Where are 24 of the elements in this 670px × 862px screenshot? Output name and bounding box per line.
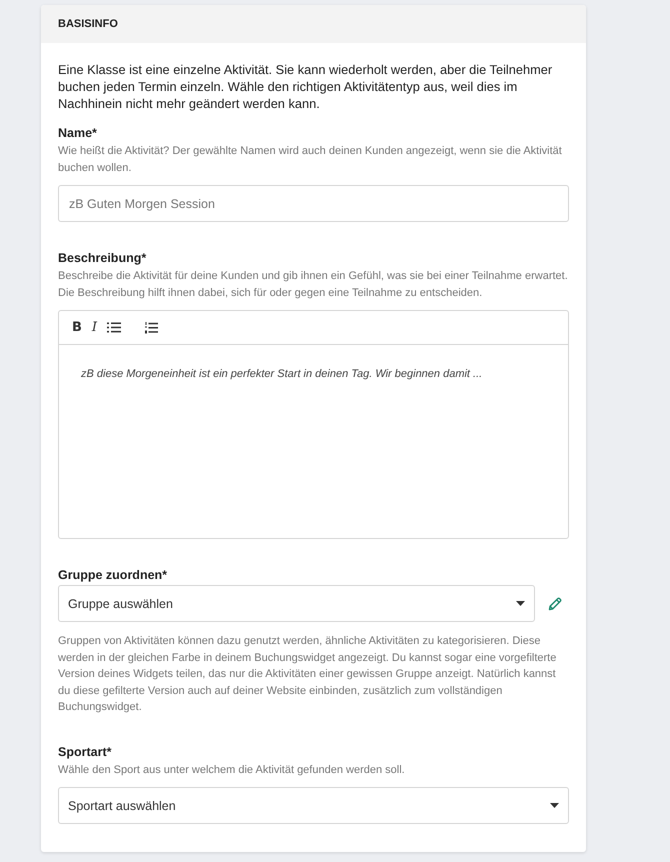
help-text: Gruppen von Aktivitäten können dazu genutzt werden, ähnliche Aktivitäten zu kategorisieren. Diese werden in der gleichen Farbe in deinem Buchungswidget angezeigt. Du kannst sogar eine vorgefilterte Version deines Widgets teilen, das nur die Aktivitäten einer gewissen Gruppe anzeigt. Natürlich kannst du diese gefilterte Version auch auf deiner Website einbinden, zusätzlich zum vollständigen Buchungswidget. (58, 634, 558, 715)
dropdown[interactable]: Sportart auswählen (58, 787, 569, 824)
dropdown[interactable]: Gruppe auswählen (58, 585, 535, 622)
caret-icon (550, 803, 559, 808)
name-field[interactable]: zB Guten Morgen Session (58, 185, 569, 222)
italic-button[interactable]: I (88, 318, 100, 338)
dropdown-value: Sportart auswählen (68, 798, 176, 812)
placeholder-text: zB diese Morgeneinheit ist ein perfekter Start in deinen Tag. Wir beginnen damit ... (81, 368, 482, 380)
pencil-icon (548, 596, 562, 610)
field-label: Sportart* (58, 744, 112, 760)
help-text: Wie heißt die Aktivität? Der gewählte Namen wird auch deinen Kunden angezeigt, wenn sie die Aktivität buchen wollen. (58, 144, 563, 176)
caret-icon (516, 601, 525, 606)
field-label: Name* (58, 125, 98, 141)
editor-field[interactable]: B I zB diese Morgeneinheit ist ein perfekter Start in deinen Tag. Wir beginnen damit ... (58, 310, 569, 539)
bullet-list-icon (107, 322, 122, 333)
field-label: Beschreibung* (58, 250, 148, 266)
numbered-list-icon (145, 322, 158, 334)
help-text: Beschreibe die Aktivität für deine Kunden und gib ihnen ein Gefühl, was sie bei einer Teilnahme erwartet. Die Beschreibung hilft ihnen dabei, sich für oder gegen eine Teilnahme zu entscheiden. (58, 269, 569, 300)
section-title: BASISINFO (58, 18, 118, 30)
intro-text: Eine Klasse ist eine einzelne Aktivität. Sie kann wiederholt werden, aber die Teilnehmer buchen jeden Termin einzeln. Wähle den richtigen Aktivitätentyp aus, weil dies im Nachhinein nicht mehr geändert werden kann. (58, 61, 554, 112)
help-text: Wähle den Sport aus unter welchem die Aktivität gefunden werden soll. (58, 762, 406, 778)
dropdown-value: Gruppe auswählen (68, 596, 173, 610)
bold-button[interactable]: B (69, 318, 85, 338)
field-label: Gruppe zuordnen* (58, 567, 168, 583)
